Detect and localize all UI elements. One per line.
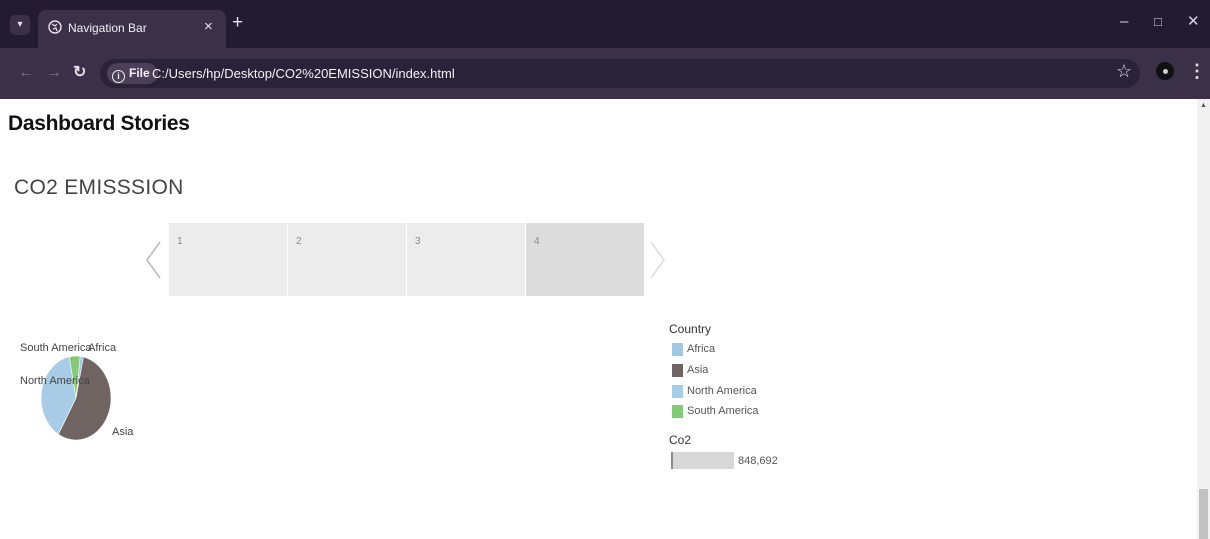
legend-label: North America	[687, 385, 757, 397]
legend-label: Africa	[687, 343, 716, 355]
scroll-up-arrow-icon[interactable]: ▲	[1200, 102, 1207, 109]
scroll-thumb[interactable]	[1199, 489, 1208, 539]
legend-label: South America	[687, 405, 759, 417]
forward-arrow-icon[interactable]: →	[46, 63, 62, 83]
story-point-1[interactable]: 1	[169, 223, 287, 296]
page-scrollbar[interactable]: ▲	[1197, 99, 1210, 539]
url-text[interactable]: C:/Users/hp/Desktop/CO2%20EMISSION/index…	[152, 66, 455, 81]
restore-icon[interactable]: □	[1154, 12, 1162, 32]
profile-avatar-icon[interactable]	[1156, 62, 1174, 80]
story-point-2[interactable]: 2	[288, 223, 406, 296]
size-legend-value: 848,692	[738, 455, 778, 467]
address-toolbar: ← → ↻ i File C:/Users/hp/Desktop/CO2%20EM…	[0, 48, 1210, 99]
minimize-icon[interactable]: –	[1120, 12, 1128, 32]
back-arrow-icon[interactable]: ←	[18, 63, 34, 83]
legend-swatch	[672, 385, 683, 398]
prev-story-chevron-left-icon[interactable]	[142, 240, 164, 280]
window-close-icon[interactable]: ✕	[1187, 12, 1200, 32]
browser-tab[interactable]: Navigation Bar ×	[38, 10, 226, 48]
bookmark-star-icon[interactable]: ☆	[1116, 61, 1132, 81]
tab-title: Navigation Bar	[68, 21, 147, 35]
pie-label-south-america: South America	[20, 342, 92, 354]
next-story-chevron-right-icon[interactable]	[647, 240, 669, 280]
story-point-4[interactable]: 4	[526, 223, 644, 296]
tab-strip: ▾ Navigation Bar × + – □ ✕	[0, 0, 1210, 48]
size-legend-title: Co2	[669, 433, 692, 447]
pie-label-north-america: North America	[20, 375, 90, 387]
new-tab-plus-icon[interactable]: +	[232, 13, 243, 33]
pie-label-africa: Africa	[88, 342, 117, 354]
page-title: Dashboard Stories	[8, 112, 190, 135]
legend-title: Country	[669, 322, 712, 336]
legend-label: Asia	[687, 364, 709, 376]
tab-close-icon[interactable]: ×	[204, 18, 213, 35]
legend-swatch	[672, 364, 683, 377]
site-info-chip[interactable]: i File	[107, 63, 158, 84]
story-point-label: 4	[534, 236, 540, 247]
globe-icon	[48, 20, 62, 34]
tab-search-chevron-down-icon[interactable]: ▾	[10, 15, 30, 35]
legend-swatch	[672, 343, 683, 356]
reload-icon[interactable]: ↻	[73, 63, 86, 83]
file-chip-label: File	[129, 66, 150, 80]
legend-swatch	[672, 405, 683, 418]
story-point-3[interactable]: 3	[407, 223, 525, 296]
info-icon: i	[112, 70, 125, 83]
size-legend-bar	[671, 452, 734, 469]
omnibox[interactable]: i File C:/Users/hp/Desktop/CO2%20EMISSION…	[100, 59, 1140, 88]
pie-label-asia: Asia	[112, 426, 134, 438]
story-point-label: 2	[296, 236, 302, 247]
size-legend-tick	[671, 452, 673, 469]
story-title: CO2 EMISSSION	[14, 176, 184, 199]
story-point-label: 1	[177, 236, 183, 247]
more-menu-icon[interactable]: ⋮	[1188, 61, 1206, 81]
story-point-label: 3	[415, 236, 421, 247]
